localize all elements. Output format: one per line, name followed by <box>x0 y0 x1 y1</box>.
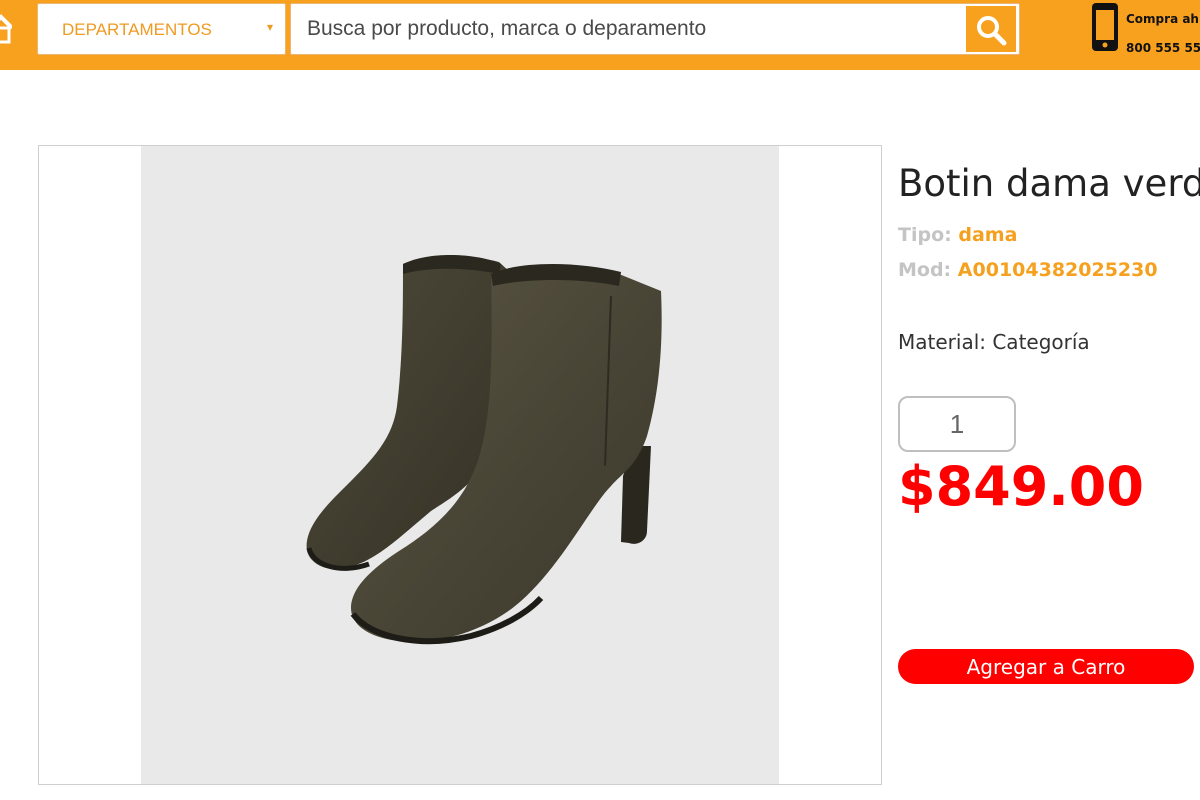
product-price: $849.00 <box>898 455 1144 518</box>
home-icon[interactable] <box>0 12 14 46</box>
quantity-input[interactable] <box>898 396 1016 452</box>
product-model: Mod: A00104382025230 <box>898 259 1158 281</box>
product-image[interactable] <box>141 146 779 784</box>
ankle-boot-image <box>306 254 662 644</box>
departments-label: DEPARTAMENTOS <box>62 20 212 39</box>
product-image-frame <box>38 145 882 785</box>
search-box <box>290 3 1020 55</box>
phone-contact: Compra ah 800 555 55 <box>1126 4 1200 62</box>
departments-dropdown[interactable]: DEPARTAMENTOS ▾ <box>37 3 286 55</box>
chevron-down-icon: ▾ <box>267 20 274 34</box>
product-type-value[interactable]: dama <box>958 224 1017 246</box>
product-material: Material: Categoría <box>898 330 1090 354</box>
top-bar: DEPARTAMENTOS ▾ Compra ah 800 555 55 <box>0 0 1200 70</box>
product-model-label: Mod: <box>898 259 952 281</box>
search-button[interactable] <box>966 6 1016 52</box>
search-input[interactable] <box>307 14 947 44</box>
search-icon <box>977 16 1007 46</box>
product-title: Botin dama verde <box>898 162 1200 205</box>
phone-line-2: 800 555 55 <box>1126 41 1200 55</box>
product-type: Tipo: dama <box>898 224 1017 246</box>
add-to-cart-button[interactable]: Agregar a Carro <box>898 649 1194 684</box>
phone-line-1: Compra ah <box>1126 12 1199 26</box>
product-type-label: Tipo: <box>898 224 952 246</box>
phone-icon <box>1090 2 1120 52</box>
product-model-value: A00104382025230 <box>957 259 1158 281</box>
